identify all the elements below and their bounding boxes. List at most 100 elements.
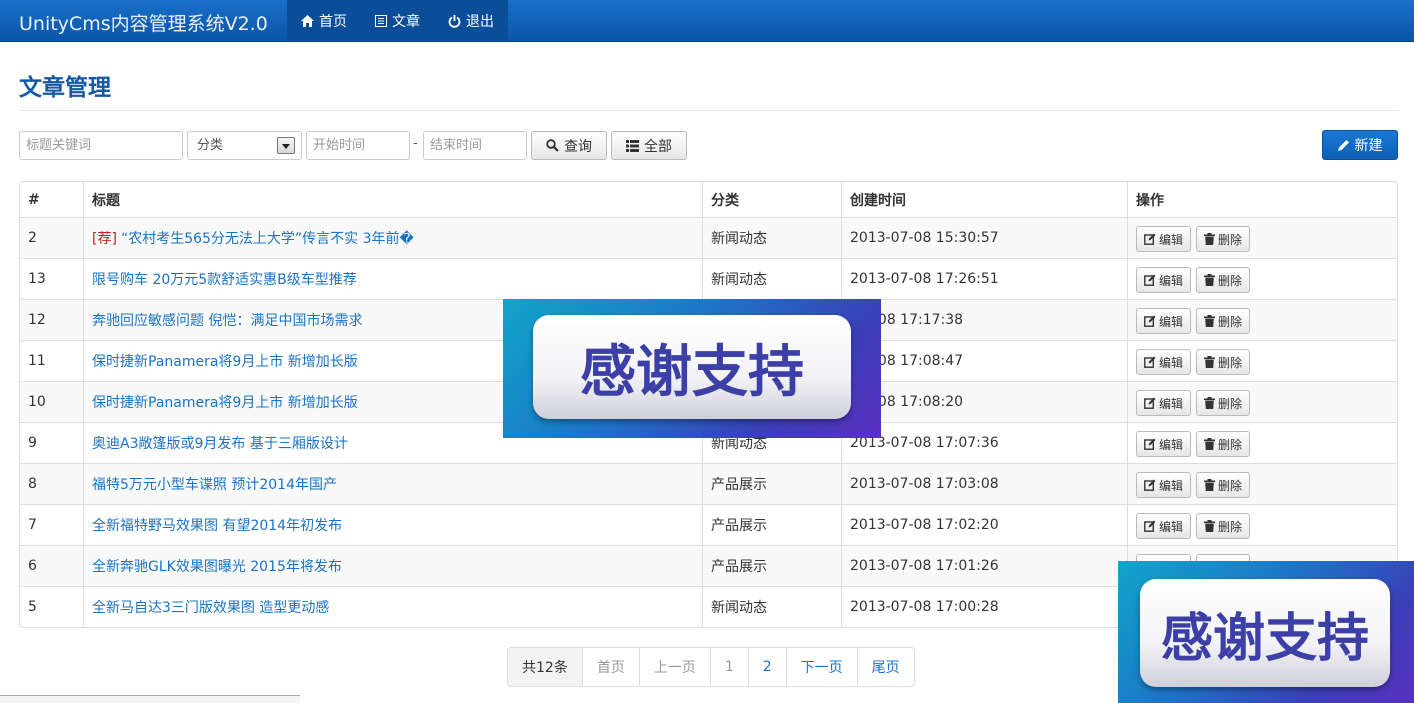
edit-icon — [1144, 438, 1156, 450]
thanks-overlay-center: 感谢支持 — [503, 299, 881, 438]
row-category-value: 新闻动态 — [711, 600, 767, 616]
row-action-group: 编辑 删除 — [1136, 347, 1251, 375]
edit-button[interactable]: 编辑 — [1136, 472, 1192, 498]
row-created: -07-08 17:08:47 — [841, 341, 1127, 381]
delete-button-label: 删除 — [1218, 232, 1243, 247]
edit-button[interactable]: 编辑 — [1136, 349, 1192, 375]
edit-button-label: 编辑 — [1159, 355, 1184, 370]
edit-button-label: 编辑 — [1159, 273, 1184, 288]
delete-button[interactable]: 删除 — [1196, 472, 1251, 498]
end-date-input[interactable]: 结束时间 — [423, 131, 527, 160]
edit-icon — [1144, 274, 1156, 286]
table-row: 7 全新福特野马效果图 有望2014年初发布 产品展示 2013-07-08 1… — [20, 504, 1397, 545]
delete-button-label: 删除 — [1218, 314, 1243, 329]
table-row: 13 限号购车 20万元5款舒适实惠B级车型推荐 新闻动态 2013-07-08… — [20, 258, 1397, 299]
show-all-button[interactable]: 全部 — [611, 131, 687, 160]
delete-button[interactable]: 删除 — [1196, 390, 1251, 416]
row-id-value: 5 — [28, 599, 37, 615]
pagination-last[interactable]: 尾页 — [856, 648, 914, 686]
header-id: # — [28, 191, 40, 208]
trash-icon — [1204, 274, 1216, 286]
article-title-link[interactable]: 全新马自达3三门版效果图 造型更动感 — [92, 597, 329, 617]
row-title: 福特5万元小型车谍照 预计2014年国产 — [83, 464, 702, 504]
nav-item-logout[interactable]: 退出 — [434, 0, 508, 42]
new-article-button[interactable]: 新建 — [1322, 130, 1398, 160]
row-action-group: 编辑 删除 — [1136, 429, 1251, 457]
nav-item-home[interactable]: 首页 — [287, 0, 361, 42]
chevron-down-icon[interactable] — [277, 137, 295, 154]
delete-button-label: 删除 — [1218, 437, 1243, 452]
row-created: 2013-07-08 17:26:51 — [841, 259, 1127, 299]
header-title: 标题 — [83, 182, 702, 217]
row-id-value: 6 — [28, 558, 37, 574]
edit-icon — [1144, 315, 1156, 327]
row-created: 2013-07-08 17:03:08 — [841, 464, 1127, 504]
pagination-page-1[interactable]: 1 — [709, 648, 748, 686]
row-id: 5 — [20, 587, 83, 627]
brand-title[interactable]: UnityCms内容管理系统V2.0 — [19, 9, 268, 36]
article-title-link[interactable]: 福特5万元小型车谍照 预计2014年国产 — [92, 474, 337, 494]
page-title: 文章管理 — [19, 75, 111, 101]
pagination-page-2[interactable]: 2 — [747, 648, 786, 686]
delete-button[interactable]: 删除 — [1196, 267, 1251, 293]
pagination-prev[interactable]: 上一页 — [638, 648, 710, 686]
row-created-value: 2013-07-08 17:03:08 — [850, 476, 999, 492]
row-created-value: 2013-07-08 17:01:26 — [850, 558, 999, 574]
article-title-link[interactable]: 奥迪A3敞篷版或9月发布 基于三厢版设计 — [92, 433, 348, 453]
pagination-next[interactable]: 下一页 — [785, 648, 857, 686]
article-title-link[interactable]: 限号购车 20万元5款舒适实惠B级车型推荐 — [92, 269, 357, 289]
new-article-button-label: 新建 — [1354, 138, 1383, 154]
delete-button[interactable]: 删除 — [1196, 349, 1251, 375]
header-category: 分类 — [702, 182, 841, 217]
row-title: 全新奔驰GLK效果图曝光 2015年将发布 — [83, 546, 702, 586]
row-id: 13 — [20, 259, 83, 299]
trash-icon — [1204, 233, 1216, 245]
edit-button[interactable]: 编辑 — [1136, 431, 1192, 457]
row-action-group: 编辑 删除 — [1136, 470, 1251, 498]
edit-button[interactable]: 编辑 — [1136, 267, 1192, 293]
trash-icon — [1204, 520, 1216, 532]
table-row: 2 [荐] “农村考生565分无法上大学”传言不实 3年前� 新闻动态 2013… — [20, 217, 1397, 258]
edit-button-label: 编辑 — [1159, 519, 1184, 534]
article-title-link[interactable]: 全新福特野马效果图 有望2014年初发布 — [92, 515, 342, 535]
table-row: 8 福特5万元小型车谍照 预计2014年国产 产品展示 2013-07-08 1… — [20, 463, 1397, 504]
row-id: 11 — [20, 341, 83, 381]
row-actions: 编辑 删除 — [1127, 464, 1397, 504]
category-select[interactable]: 分类 — [187, 131, 302, 160]
delete-button[interactable]: 删除 — [1196, 431, 1251, 457]
row-created: 2013-07-08 17:07:36 — [841, 423, 1127, 463]
edit-button[interactable]: 编辑 — [1136, 226, 1192, 252]
row-action-group: 编辑 删除 — [1136, 306, 1251, 334]
article-title-link[interactable]: 全新奔驰GLK效果图曝光 2015年将发布 — [92, 556, 342, 576]
row-category-value: 产品展示 — [711, 559, 767, 575]
edit-button-label: 编辑 — [1159, 478, 1184, 493]
edit-button[interactable]: 编辑 — [1136, 390, 1192, 416]
query-button[interactable]: 查询 — [531, 131, 607, 160]
nav-item-label: 首页 — [319, 14, 347, 30]
article-title-link[interactable]: 奔驰回应敏感问题 倪恺：满足中国市场需求 — [92, 310, 362, 330]
edit-button[interactable]: 编辑 — [1136, 308, 1192, 334]
delete-button[interactable]: 删除 — [1196, 513, 1251, 539]
row-actions: 编辑 删除 — [1127, 423, 1397, 463]
pagination-first[interactable]: 首页 — [581, 648, 639, 686]
keyword-input[interactable]: 标题关键词 — [19, 131, 183, 160]
article-title-link[interactable]: 保时捷新Panamera将9月上市 新增加长版 — [92, 392, 358, 412]
trash-icon — [1204, 479, 1216, 491]
article-title-link[interactable]: “农村考生565分无法上大学”传言不实 3年前� — [121, 228, 414, 248]
row-title: [荐] “农村考生565分无法上大学”传言不实 3年前� — [83, 218, 702, 258]
row-created-value: 2013-07-08 17:02:20 — [850, 517, 999, 533]
delete-button[interactable]: 删除 — [1196, 226, 1251, 252]
nav-item-articles[interactable]: 文章 — [361, 0, 434, 42]
row-category: 新闻动态 — [702, 218, 841, 258]
edit-button[interactable]: 编辑 — [1136, 513, 1192, 539]
nav-item-label: 退出 — [466, 14, 494, 30]
row-created-value: 2013-07-08 15:30:57 — [850, 230, 999, 246]
edit-button-label: 编辑 — [1159, 232, 1184, 247]
trash-icon — [1204, 315, 1216, 327]
row-id-value: 7 — [28, 517, 37, 533]
trash-icon — [1204, 438, 1216, 450]
recommended-tag: [荐] — [92, 231, 117, 247]
delete-button[interactable]: 删除 — [1196, 308, 1251, 334]
article-title-link[interactable]: 保时捷新Panamera将9月上市 新增加长版 — [92, 351, 358, 371]
start-date-input[interactable]: 开始时间 — [306, 131, 410, 160]
